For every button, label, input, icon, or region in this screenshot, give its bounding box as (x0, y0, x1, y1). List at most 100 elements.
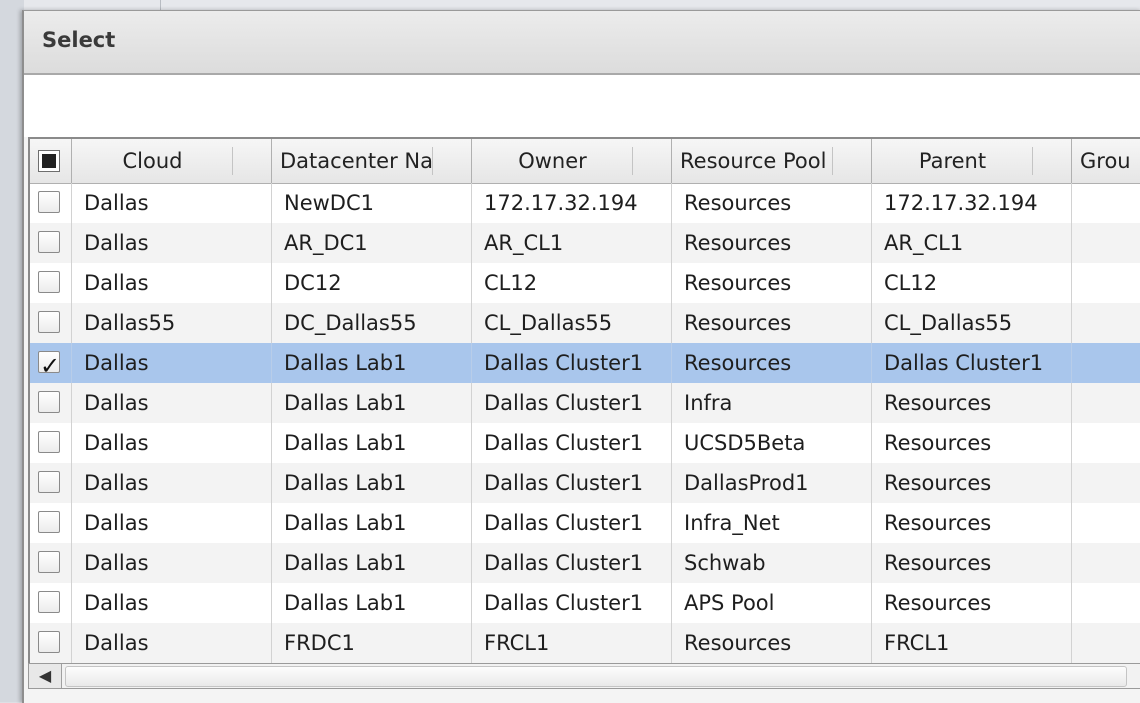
table-row[interactable]: DallasDallas Lab1Dallas Cluster1Resource… (30, 343, 1140, 383)
cell-datacenter-na: Dallas Lab1 (272, 503, 472, 543)
select-all-checkbox[interactable] (38, 150, 60, 172)
cell-parent: Resources (872, 423, 1072, 463)
cell-owner: Dallas Cluster1 (472, 463, 672, 503)
column-header-owner[interactable]: Owner (472, 139, 672, 183)
column-header-datacenter-na[interactable]: Datacenter Na (272, 139, 472, 183)
row-checkbox[interactable] (38, 231, 60, 253)
row-checkbox-cell (30, 303, 72, 343)
cell-grou (1072, 343, 1140, 383)
horizontal-scrollbar[interactable]: ◀ (28, 663, 1140, 689)
row-checkbox[interactable] (38, 391, 60, 413)
scroll-left-button[interactable]: ◀ (29, 664, 62, 688)
column-resize-handle[interactable] (1032, 147, 1033, 175)
dialog-titlebar: Select (24, 11, 1140, 75)
scroll-thumb[interactable] (65, 666, 1127, 687)
cell-resource-pool: Resources (672, 183, 872, 223)
cell-cloud: Dallas (72, 223, 272, 263)
cell-parent: CL_Dallas55 (872, 303, 1072, 343)
table-row[interactable]: Dallas55 DC_Dallas55 CL_Dallas55 Resources C… (30, 303, 1140, 343)
row-checkbox[interactable] (38, 511, 60, 533)
row-checkbox-cell (30, 463, 72, 503)
cell-cloud: Dallas55 (72, 303, 272, 343)
cell-parent: FRCL1 (872, 623, 1072, 663)
cell-cloud: Dallas (72, 503, 272, 543)
column-header-parent[interactable]: Parent (872, 139, 1072, 183)
cell-owner: 172.17.32.194 (472, 183, 672, 223)
cell-resource-pool: Schwab (672, 543, 872, 583)
cell-resource-pool: Infra_Net (672, 503, 872, 543)
row-checkbox-cell (30, 423, 72, 463)
table-row[interactable]: Dallas Dallas Lab1 Dallas Cluster1 Schwab Re… (30, 543, 1140, 583)
row-checkbox-cell (30, 623, 72, 663)
column-resize-handle[interactable] (832, 147, 833, 175)
cell-parent: Resources (872, 583, 1072, 623)
row-checkbox-cell (30, 263, 72, 303)
cell-resource-pool: DallasProd1 (672, 463, 872, 503)
cell-grou (1072, 423, 1140, 463)
column-resize-handle[interactable] (232, 147, 233, 175)
table-row[interactable]: Dallas FRDC1 FRCL1 Resources FRCL1 (30, 623, 1140, 663)
cell-cloud: Dallas (72, 423, 272, 463)
cell-datacenter-na: FRDC1 (272, 623, 472, 663)
row-checkbox[interactable] (38, 346, 60, 383)
background-divider (160, 0, 161, 10)
row-checkbox[interactable] (38, 431, 60, 453)
table-row[interactable]: Dallas AR_DC1 AR_CL1 Resources AR_CL1 (30, 223, 1140, 263)
row-checkbox-cell (30, 343, 72, 383)
table-row[interactable]: Dallas Dallas Lab1 Dallas Cluster1 UCSD5Bet… (30, 423, 1140, 463)
column-header-resource-pool[interactable]: Resource Pool (672, 139, 872, 183)
row-checkbox[interactable] (38, 311, 60, 333)
table-row[interactable]: Dallas Dallas Lab1 Dallas Cluster1 APS Pool… (30, 583, 1140, 623)
table-row[interactable]: Dallas Dallas Lab1 Dallas Cluster1 Infra_Ne… (30, 503, 1140, 543)
select-all-header (30, 139, 72, 183)
cell-resource-pool: Resources (672, 303, 872, 343)
table-row[interactable]: Dallas NewDC1 172.17.32.194 Resources 172.17… (30, 183, 1140, 223)
row-checkbox-cell (30, 183, 72, 223)
column-resize-handle[interactable] (632, 147, 633, 175)
cell-grou (1072, 303, 1140, 343)
row-checkbox[interactable] (38, 271, 60, 293)
background-window-edge (0, 0, 24, 702)
cell-parent: 172.17.32.194 (872, 183, 1072, 223)
table-row[interactable]: Dallas Dallas Lab1 Dallas Cluster1 DallasPr… (30, 463, 1140, 503)
row-checkbox[interactable] (38, 191, 60, 213)
cell-cloud: Dallas (72, 583, 272, 623)
table-row[interactable]: Dallas DC12 CL12 Resources CL12 (30, 263, 1140, 303)
cell-resource-pool: Resources (672, 343, 872, 383)
cell-grou (1072, 503, 1140, 543)
cell-grou (1072, 183, 1140, 223)
row-checkbox[interactable] (38, 471, 60, 493)
cell-cloud: Dallas (72, 383, 272, 423)
cell-parent: Dallas Cluster1 (872, 343, 1072, 383)
cell-datacenter-na: DC12 (272, 263, 472, 303)
cell-datacenter-na: Dallas Lab1 (272, 343, 472, 383)
dialog-toolbar-area (24, 75, 1140, 137)
row-checkbox[interactable] (38, 631, 60, 653)
row-checkbox[interactable] (38, 551, 60, 573)
cell-resource-pool: APS Pool (672, 583, 872, 623)
cell-cloud: Dallas (72, 263, 272, 303)
column-header-cloud[interactable]: Cloud (72, 139, 272, 183)
cell-owner: Dallas Cluster1 (472, 583, 672, 623)
cell-resource-pool: Resources (672, 623, 872, 663)
row-checkbox[interactable] (38, 591, 60, 613)
cell-cloud: Dallas (72, 183, 272, 223)
cell-owner: Dallas Cluster1 (472, 543, 672, 583)
data-grid: Cloud Datacenter Na Owner Resource Pool Pare… (28, 137, 1140, 665)
cell-datacenter-na: Dallas Lab1 (272, 583, 472, 623)
table-row[interactable]: Dallas Dallas Lab1 Dallas Cluster1 Infra Res… (30, 383, 1140, 423)
cell-grou (1072, 463, 1140, 503)
column-resize-handle[interactable] (432, 147, 433, 175)
cell-resource-pool: Resources (672, 223, 872, 263)
cell-datacenter-na: NewDC1 (272, 183, 472, 223)
cell-datacenter-na: Dallas Lab1 (272, 543, 472, 583)
cell-datacenter-na: Dallas Lab1 (272, 383, 472, 423)
cell-parent: Resources (872, 543, 1072, 583)
cell-grou (1072, 383, 1140, 423)
cell-parent: Resources (872, 463, 1072, 503)
cell-owner: Dallas Cluster1 (472, 343, 672, 383)
column-header-grou[interactable]: Grou (1072, 139, 1140, 183)
cell-owner: FRCL1 (472, 623, 672, 663)
cell-resource-pool: UCSD5Beta (672, 423, 872, 463)
cell-grou (1072, 263, 1140, 303)
